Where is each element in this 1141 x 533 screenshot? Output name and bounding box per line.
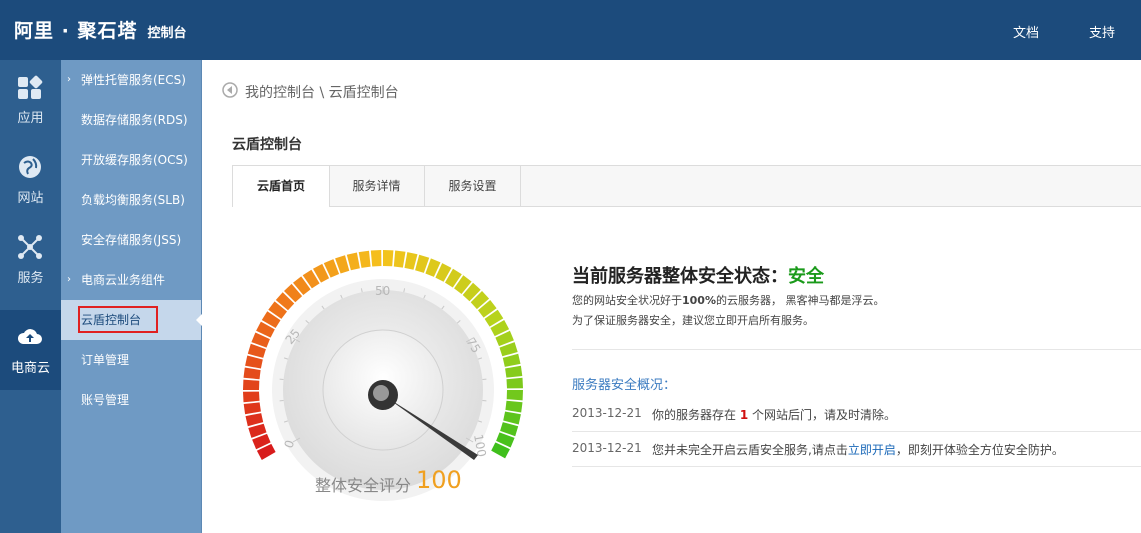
apps-icon bbox=[18, 75, 43, 99]
tab-home[interactable]: 云盾首页 bbox=[232, 166, 330, 207]
log-count: 1 bbox=[739, 408, 749, 422]
back-arrow-icon[interactable] bbox=[222, 82, 238, 98]
chevron-right-icon: › bbox=[67, 74, 71, 85]
subnav-item-account[interactable]: 账号管理 bbox=[61, 380, 201, 420]
overview-title: 服务器安全概况： bbox=[572, 378, 677, 393]
gauge-arc-segment bbox=[346, 252, 360, 271]
status-percentage: 100% bbox=[682, 294, 716, 307]
chevron-right-icon: › bbox=[67, 274, 71, 285]
status-title-text: 当前服务器整体安全状态： bbox=[572, 266, 788, 287]
gauge-arc-segment bbox=[383, 250, 394, 267]
rail-label: 电商云 bbox=[10, 361, 50, 376]
enable-now-link[interactable]: 立即开启 bbox=[848, 443, 896, 457]
subnav-label: 开放缓存服务(OCS) bbox=[81, 153, 188, 167]
log-text: ，即刻开体验全方位安全防护。 bbox=[895, 443, 1064, 457]
brand-name: 阿里 · 聚石塔 bbox=[14, 20, 138, 42]
sub-navigation: › 弹性托管服务(ECS) 数据存储服务(RDS) 开放缓存服务(OCS) 负载… bbox=[61, 60, 202, 533]
docs-link[interactable]: 文档 bbox=[1013, 22, 1039, 41]
score-value: 100 bbox=[416, 466, 462, 494]
gauge-arc-segment bbox=[358, 250, 371, 268]
active-notch bbox=[196, 314, 202, 326]
gauge-arc-segment bbox=[370, 250, 382, 267]
tab-service-settings[interactable]: 服务设置 bbox=[425, 166, 521, 206]
status-text: 您的网站安全状况好于 bbox=[572, 294, 682, 307]
gauge-tick-label: 50 bbox=[375, 284, 390, 298]
globe-icon bbox=[19, 156, 41, 178]
subnav-item-yundun-console[interactable]: 云盾控制台 bbox=[61, 300, 202, 340]
log-date: 2013-12-21 bbox=[572, 441, 642, 455]
gauge-arc-segment bbox=[243, 402, 261, 415]
rail-item-ecommerce-cloud[interactable]: 电商云 bbox=[0, 310, 67, 390]
gauge-arc-segment bbox=[245, 355, 263, 369]
gauge-arc-segment bbox=[506, 390, 523, 401]
divider bbox=[572, 466, 1141, 467]
tab-bar: 云盾首页 服务详情 服务设置 bbox=[232, 165, 1141, 207]
subnav-label: 弹性托管服务(ECS) bbox=[81, 73, 186, 87]
gauge-arc-segment bbox=[503, 411, 521, 425]
subnav-item-orders[interactable]: 订单管理 bbox=[61, 340, 201, 380]
subnav-label: 账号管理 bbox=[81, 393, 130, 407]
subnav-item-ocs[interactable]: 开放缓存服务(OCS) bbox=[61, 140, 201, 180]
gauge-arc-segment bbox=[505, 365, 523, 378]
gauge-arc-segment bbox=[404, 252, 418, 270]
breadcrumb[interactable]: 我的控制台 \ 云盾控制台 bbox=[245, 82, 399, 102]
divider bbox=[572, 431, 1141, 432]
gauge-arc-segment bbox=[243, 367, 261, 380]
subnav-label: 安全存储服务(JSS) bbox=[81, 233, 182, 247]
brand-subtitle: 控制台 bbox=[147, 26, 187, 41]
status-title: 当前服务器整体安全状态：安全 bbox=[572, 262, 824, 288]
rail-item-website[interactable]: 网站 bbox=[0, 140, 61, 220]
subnav-item-ecommerce-components[interactable]: › 电商云业务组件 bbox=[61, 260, 201, 300]
subnav-item-jss[interactable]: 安全存储服务(JSS) bbox=[61, 220, 201, 260]
subnav-item-rds[interactable]: 数据存储服务(RDS) bbox=[61, 100, 201, 140]
network-icon bbox=[18, 235, 42, 259]
subnav-label: 电商云业务组件 bbox=[81, 273, 166, 287]
gauge-needle-pivot-shine bbox=[373, 385, 389, 401]
tab-service-details[interactable]: 服务详情 bbox=[329, 166, 425, 206]
status-state: 安全 bbox=[788, 266, 824, 287]
gauge-arc-segment bbox=[243, 391, 260, 403]
log-text: 您并未完全开启云盾安全服务,请点击 bbox=[652, 443, 848, 457]
subnav-label: 负载均衡服务(SLB) bbox=[81, 193, 185, 207]
icon-rail: 应用 网站 服务 电商云 bbox=[0, 60, 67, 533]
status-comparison-line: 您的网站安全状况好于100%的云服务器， 黑客神马都是浮云。 bbox=[572, 292, 884, 308]
top-bar: 阿里 · 聚石塔 控制台 文档 支持 bbox=[0, 0, 1141, 60]
gauge-arc-segment bbox=[502, 353, 521, 367]
gauge-arc-segment bbox=[505, 400, 523, 413]
rail-label: 服务 bbox=[17, 271, 44, 286]
divider bbox=[572, 349, 1141, 350]
score-label: 整体安全评分 bbox=[315, 476, 412, 495]
status-text: 的云服务器， 黑客神马都是浮云。 bbox=[715, 294, 885, 307]
subnav-label: 订单管理 bbox=[81, 353, 130, 367]
page-title: 云盾控制台 bbox=[232, 137, 302, 153]
status-advice-line: 为了保证服务器安全，建议您立即开启所有服务。 bbox=[572, 314, 814, 327]
log-message: 你的服务器存在 1 个网站后门，请及时清除。 bbox=[652, 406, 896, 423]
subnav-label: 数据存储服务(RDS) bbox=[81, 113, 188, 127]
gauge-arc-segment bbox=[506, 377, 523, 389]
rail-item-service[interactable]: 服务 bbox=[0, 220, 61, 300]
log-text: 个网站后门，请及时清除。 bbox=[748, 408, 897, 422]
cloud-upload-icon bbox=[17, 329, 42, 344]
rail-item-apps[interactable]: 应用 bbox=[0, 60, 61, 140]
log-text: 你的服务器存在 bbox=[652, 408, 740, 422]
subnav-item-slb[interactable]: 负载均衡服务(SLB) bbox=[61, 180, 201, 220]
log-date: 2013-12-21 bbox=[572, 406, 642, 420]
brand-logo[interactable]: 阿里 · 聚石塔 控制台 bbox=[14, 16, 186, 43]
gauge-arc-segment bbox=[245, 413, 264, 427]
log-message: 您并未完全开启云盾安全服务,请点击立即开启，即刻开体验全方位安全防护。 bbox=[652, 441, 1064, 458]
subnav-label: 云盾控制台 bbox=[81, 313, 142, 327]
gauge-arc-segment bbox=[393, 250, 406, 268]
rail-label: 应用 bbox=[17, 111, 44, 126]
support-link[interactable]: 支持 bbox=[1089, 22, 1115, 41]
gauge-arc-segment bbox=[243, 379, 260, 390]
log-row: 2013-12-21 您并未完全开启云盾安全服务,请点击立即开启，即刻开体验全方… bbox=[572, 433, 1141, 465]
rail-label: 网站 bbox=[17, 191, 44, 206]
subnav-item-ecs[interactable]: › 弹性托管服务(ECS) bbox=[61, 60, 201, 100]
log-row: 2013-12-21 你的服务器存在 1 个网站后门，请及时清除。 bbox=[572, 398, 1141, 430]
